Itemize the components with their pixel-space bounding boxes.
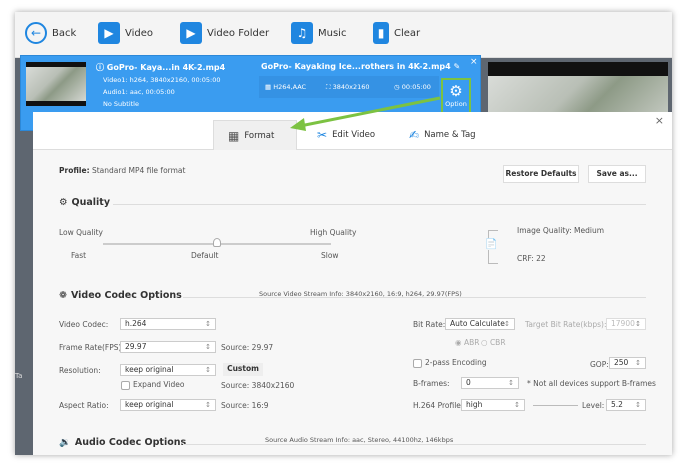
arrow-head [290, 118, 306, 131]
annotation-arrow [290, 96, 441, 131]
arrow-line [299, 96, 441, 128]
